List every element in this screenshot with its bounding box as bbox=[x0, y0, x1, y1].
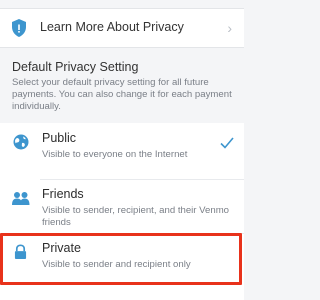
section-description: Select your default privacy setting for … bbox=[12, 77, 232, 112]
learn-more-label: Learn More About Privacy bbox=[40, 20, 184, 34]
checkmark-icon bbox=[220, 137, 234, 149]
option-public-description: Visible to everyone on the Internet bbox=[42, 149, 188, 160]
friends-icon bbox=[12, 192, 30, 205]
option-public-title: Public bbox=[42, 131, 77, 145]
learn-more-privacy-row[interactable]: Learn More About Privacy › bbox=[0, 8, 244, 48]
option-friends-title: Friends bbox=[42, 187, 84, 201]
globe-icon bbox=[13, 134, 29, 150]
chevron-right-icon: › bbox=[227, 20, 232, 36]
shield-icon bbox=[12, 19, 26, 37]
option-friends[interactable]: Friends Visible to sender, recipient, an… bbox=[0, 179, 244, 235]
private-option-highlight bbox=[0, 233, 242, 285]
section-title: Default Privacy Setting bbox=[12, 60, 139, 74]
option-friends-description: Visible to sender, recipient, and their … bbox=[42, 205, 230, 228]
option-public[interactable]: Public Visible to everyone on the Intern… bbox=[0, 123, 244, 179]
